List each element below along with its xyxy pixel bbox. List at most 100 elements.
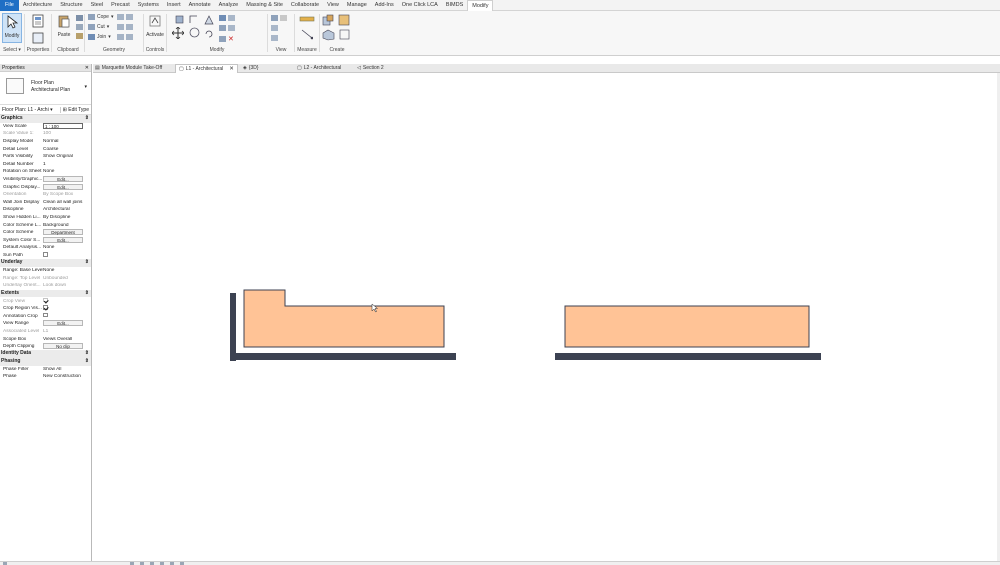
join-button[interactable]: Join ▾ [88,34,111,40]
section-extents[interactable]: Extents ⇕ [0,289,91,298]
dimension-icon[interactable] [301,28,313,40]
wall-right-bottom[interactable] [555,353,821,360]
ribbon-tab-analyze[interactable]: Analyze [215,0,243,11]
hide-button[interactable] [271,15,287,21]
cope-button[interactable]: Cope ▾ [88,14,113,20]
copy-clipboard-icon[interactable] [76,24,83,30]
property-edit-button[interactable]: No clip [43,343,83,350]
section-underlay[interactable]: Underlay ⇕ [0,259,91,267]
copy-icon[interactable] [189,27,200,38]
instance-selector[interactable]: Floor Plan: L1 - Archi ▾ [2,107,53,113]
create-assembly-icon[interactable] [322,14,334,26]
section-graphics[interactable]: Graphics ⇕ [0,115,91,123]
property-value[interactable]: Show All [43,367,91,372]
ribbon-tab-one-click-lca[interactable]: One Click LCA [398,0,442,11]
ribbon-tab-bimds[interactable]: BIMDS [442,0,467,11]
ribbon-tab-structure[interactable]: Structure [56,0,86,11]
geometry-tool-3[interactable] [117,34,133,40]
view-tab-take-off[interactable]: ▤ Marquette Module Take-Off [95,64,162,73]
ribbon-tab-modify[interactable]: Modify [467,0,494,11]
match-type-icon[interactable] [76,33,83,39]
geometry-tool-1[interactable] [117,14,133,20]
property-checkbox[interactable] [43,312,48,318]
cut-button[interactable]: Cut ▾ [88,24,109,30]
view-tab-section-2[interactable]: ◁ Section 2 [357,64,384,73]
view-tab-l2-architectural[interactable]: ▢ L2 - Architectural [297,64,341,73]
property-value[interactable]: None [43,268,91,273]
linework-button[interactable] [271,35,278,41]
property-edit-button[interactable]: Edit... [43,236,83,243]
property-edit-button[interactable]: Edit... [43,176,83,183]
paste-button[interactable]: Paste [54,13,74,43]
property-value: Edit... [43,176,91,183]
property-value[interactable]: By Discipline [43,215,91,220]
section-phasing[interactable]: Phasing ⇕ [0,358,91,366]
modify-button[interactable]: Modify [2,13,22,43]
cut-clipboard-icon[interactable] [76,15,83,21]
property-value[interactable]: Architectural [43,207,91,212]
create-group-icon[interactable] [322,29,335,41]
wall-left-bottom[interactable] [230,353,456,360]
property-edit-button[interactable]: Edit... [43,183,83,190]
property-value[interactable]: 1 [43,162,91,167]
edit-type-button[interactable]: ⊞ Edit Type [59,106,89,113]
modify-tools-row3[interactable]: ✕ [219,35,234,43]
create-parts-icon[interactable] [338,14,350,26]
property-value[interactable]: Coarse [43,147,91,152]
property-edit-button[interactable]: Department [43,229,83,236]
measure-icon[interactable] [299,15,315,23]
mirror-icon[interactable] [204,15,214,25]
property-value[interactable]: None [43,169,91,174]
ribbon-tab-precast[interactable]: Precast [107,0,134,11]
ribbon-tab-steel[interactable]: Steel [87,0,108,11]
ribbon-tab-annotate[interactable]: Annotate [185,0,215,11]
offset-icon[interactable] [189,15,198,24]
select-panel-label[interactable]: Select ▾ [0,47,24,53]
property-value[interactable]: Show Original [43,154,91,159]
move-icon[interactable] [172,27,184,39]
view-tab-3d[interactable]: ◈ {3D} [243,64,259,73]
view-panel: View [268,11,294,56]
ribbon-tab-systems[interactable]: Systems [134,0,163,11]
property-value[interactable]: Background [43,223,91,228]
view-tab-l1-architectural[interactable]: ▢ L1 - Architectural ✕ [175,64,238,73]
modify-tools-row1[interactable] [219,15,235,21]
collapse-icon[interactable]: ⇕ [85,259,89,267]
room-right[interactable] [564,305,810,348]
modify-tools-row2[interactable] [219,25,235,31]
ribbon-tab-architecture[interactable]: Architecture [19,0,56,11]
room-left[interactable] [243,289,445,348]
ribbon-tab-add-ins[interactable]: Add-Ins [371,0,398,11]
drawing-canvas[interactable] [93,73,1000,562]
property-value[interactable]: Normal [43,139,91,144]
property-checkbox[interactable] [43,252,48,257]
ribbon-tab-view[interactable]: View [323,0,343,11]
override-button[interactable] [271,25,278,31]
ribbon-tab-massing-site[interactable]: Massing & Site [242,0,287,11]
ribbon-tab-manage[interactable]: Manage [343,0,371,11]
create-similar-icon[interactable] [339,29,350,40]
view-scale-field[interactable]: 1 : 100 [43,122,83,129]
collapse-icon[interactable]: ⇕ [85,290,89,298]
rotate-icon[interactable] [204,29,214,39]
close-icon[interactable]: ✕ [85,65,89,71]
property-edit-button[interactable]: Edit... [43,320,83,327]
property-value[interactable]: Views Overall [43,337,91,342]
property-checkbox[interactable] [43,305,48,310]
ribbon-tab-insert[interactable]: Insert [163,0,185,11]
activate-button[interactable]: Activate [145,13,165,43]
property-value[interactable]: New Construction [43,374,91,379]
property-value[interactable]: None [43,245,91,250]
collapse-icon[interactable]: ⇕ [85,115,89,123]
type-properties-button[interactable] [28,13,48,44]
wall-left-vertical[interactable] [230,293,236,361]
collapse-icon[interactable]: ⇕ [85,358,89,366]
ribbon-tab-collaborate[interactable]: Collaborate [287,0,323,11]
collapse-icon[interactable]: ⇕ [85,350,89,358]
geometry-tool-2[interactable] [117,24,133,30]
section-identity-data[interactable]: Identity Data ⇕ [0,350,91,358]
type-selector[interactable]: Floor Plan Architectural Plan ▾ [0,72,91,105]
ribbon-tab-file[interactable]: File [0,0,19,11]
property-value[interactable]: Clean all wall joins [43,200,91,205]
align-icon[interactable] [175,15,184,24]
